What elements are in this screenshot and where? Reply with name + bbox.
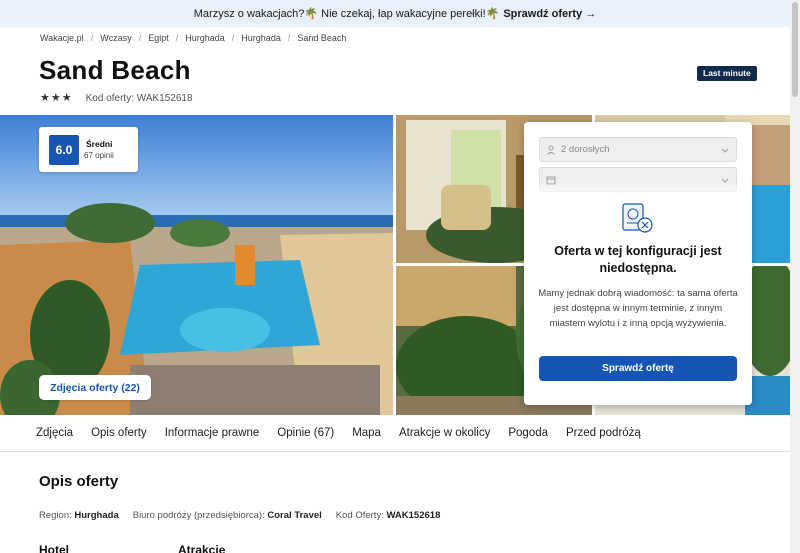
- photos-button[interactable]: Zdjęcia oferty (22): [39, 375, 151, 400]
- star-icon: ★: [50, 92, 61, 104]
- section-title: Opis oferty: [39, 473, 119, 490]
- rating-label: Średni: [86, 139, 113, 149]
- star-icon: ★: [61, 92, 72, 104]
- star-icon: ★: [40, 92, 50, 104]
- rating-score: 6.0: [49, 135, 79, 165]
- offer-code: Kod oferty: WAK152618: [85, 92, 193, 104]
- booking-panel: 2 dorosłych Oferta w tej konfiguracji je…: [524, 122, 752, 405]
- breadcrumb-item[interactable]: Wakacje.pl: [40, 33, 84, 43]
- meta-agency: Biuro podróży (przedsiębiorca): Coral Tr…: [132, 510, 322, 521]
- persons-select[interactable]: 2 dorosłych: [539, 137, 737, 162]
- subheading-attractions: Atrakcje: [178, 543, 226, 553]
- check-offer-button[interactable]: Sprawdź ofertę: [539, 356, 737, 381]
- breadcrumb: Wakacje.pl / Wczasy / Egipt / Hurghada / Hur…: [40, 33, 347, 43]
- tab-map[interactable]: Mapa: [352, 427, 381, 439]
- last-minute-badge: Last minute: [697, 66, 757, 81]
- reviews-count: 67 opinii: [84, 151, 114, 160]
- rating-card[interactable]: 6.0 Średni 67 opinii: [39, 127, 138, 172]
- unavailable-offer-icon: [622, 203, 653, 233]
- tab-weather[interactable]: Pogoda: [508, 427, 548, 439]
- tab-description[interactable]: Opis oferty: [91, 427, 147, 439]
- persons-value: 2 dorosłych: [561, 144, 610, 155]
- tab-photos[interactable]: Zdjęcia: [36, 427, 73, 439]
- subheading-hotel: Hotel: [39, 543, 69, 553]
- promo-text: Marzysz o wakacjach?🌴 Nie czekaj, łap wa…: [193, 8, 500, 20]
- scrollbar-thumb[interactable]: [792, 2, 798, 97]
- meta-region: Region: Hurghada: [39, 510, 119, 521]
- tab-legal-info[interactable]: Informacje prawne: [165, 427, 260, 439]
- tab-attractions[interactable]: Atrakcje w okolicy: [399, 427, 490, 439]
- meta-offer-code: Kod Oferty: WAK152618: [335, 510, 441, 521]
- rating-row: ★ ★ ★ Kod oferty: WAK152618: [40, 92, 193, 104]
- tab-before-trip[interactable]: Przed podróżą: [566, 427, 641, 439]
- page-scrollbar[interactable]: [790, 0, 800, 553]
- breadcrumb-item[interactable]: Egipt: [148, 33, 169, 43]
- hotel-stars: ★ ★ ★: [40, 92, 72, 104]
- chevron-down-icon: [721, 148, 729, 153]
- breadcrumb-item[interactable]: Hurghada: [185, 33, 225, 43]
- breadcrumb-current: Sand Beach: [297, 33, 347, 43]
- unavailable-text: Mamy jednak dobrą wiadomość: ta sama ofe…: [538, 288, 738, 329]
- form-fade: [524, 184, 752, 202]
- breadcrumb-item[interactable]: Hurghada: [241, 33, 281, 43]
- person-icon: [547, 145, 555, 155]
- section-tabs: Zdjęcia Opis oferty Informacje prawne Op…: [0, 415, 790, 452]
- promo-bar: Marzysz o wakacjach?🌴 Nie czekaj, łap wa…: [0, 0, 790, 27]
- offer-meta: Region: Hurghada Biuro podróży (przedsię…: [39, 510, 454, 521]
- tab-reviews[interactable]: Opinie (67): [277, 427, 334, 439]
- unavailable-title: Oferta w tej konfiguracji jest niedostęp…: [554, 244, 722, 275]
- breadcrumb-item[interactable]: Wczasy: [100, 33, 132, 43]
- page-title: Sand Beach: [39, 55, 191, 85]
- promo-link[interactable]: Sprawdź oferty →: [503, 8, 596, 20]
